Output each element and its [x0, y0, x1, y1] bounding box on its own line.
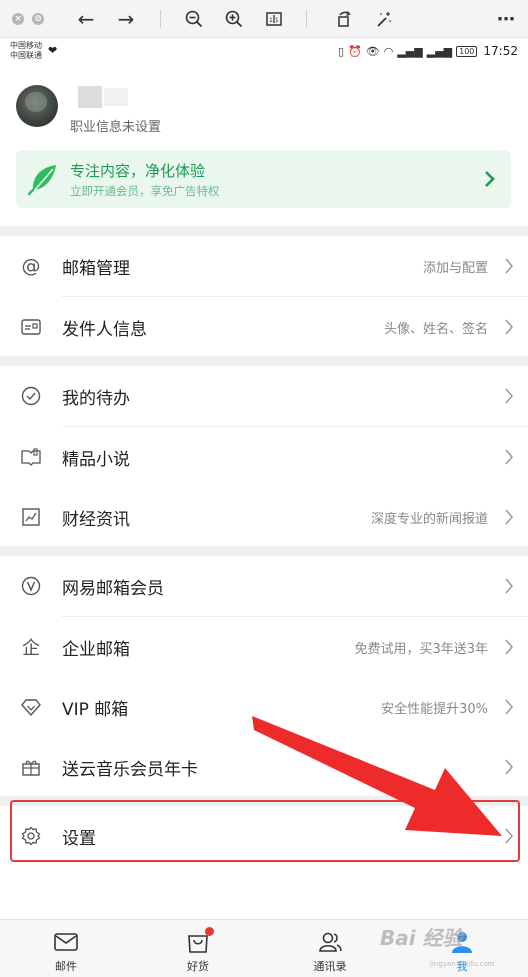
status-time: 17:52: [483, 44, 518, 58]
signal-icon-1: ▂▄▆: [397, 44, 423, 58]
svg-text:1:1: 1:1: [269, 17, 279, 24]
at-icon: @: [21, 255, 41, 277]
chart-icon: [20, 506, 42, 528]
username-redacted-2: [104, 88, 128, 106]
rotate-icon[interactable]: [332, 0, 356, 38]
vip-banner-title: 专注内容，净化体验: [70, 162, 206, 180]
chevron-right-icon: [485, 171, 495, 187]
watermark: Bai 经验: [380, 926, 463, 950]
row-sender-info[interactable]: 发件人信息 头像、姓名、签名: [0, 297, 528, 357]
row-netease-vip[interactable]: 网易邮箱会员: [0, 556, 528, 616]
book-icon: [20, 446, 42, 468]
red-arrow-annotation: [252, 716, 502, 836]
viewer-toolbar: × ⊘ ← → 1:1 ⋯: [0, 0, 528, 38]
row-finance-news[interactable]: 财经资讯 深度专业的新闻报道: [0, 487, 528, 547]
fit-page-icon[interactable]: 1:1: [262, 0, 286, 38]
job-info[interactable]: 职业信息未设置: [70, 116, 161, 135]
nav-label: 好货: [187, 960, 209, 973]
nav-mail[interactable]: 邮件: [21, 920, 111, 977]
shopping-bag-icon: [185, 927, 214, 955]
zoom-in-icon[interactable]: [222, 0, 246, 38]
row-enterprise-mail[interactable]: 企 企业邮箱 免费试用，买3年送3年: [0, 617, 528, 677]
watermark-url: jingyan.baidu.com: [430, 960, 495, 968]
row-label: 送云音乐会员年卡: [62, 759, 198, 780]
row-label: VIP 邮箱: [62, 699, 129, 720]
row-mailbox-management[interactable]: @ 邮箱管理 添加与配置: [0, 236, 528, 296]
forward-arrow-icon[interactable]: →: [114, 0, 138, 38]
row-subtitle: 深度专业的新闻报道: [370, 511, 488, 527]
vip-banner[interactable]: 专注内容，净化体验 立即开通会员，享免广告特权: [16, 150, 511, 208]
id-card-icon: [20, 316, 42, 338]
signal-icon-2: ▂▄▆: [426, 44, 453, 58]
carrier-info: 中国移动 中国联通: [10, 41, 42, 61]
row-label: 网易邮箱会员: [62, 578, 164, 599]
status-bar: 中国移动 中国联通 ❤ ▯ ⏰ 👁 ◠ ▂▄▆ ▂▄▆ 100 17:52: [0, 38, 528, 66]
chevron-right-icon: [505, 509, 513, 525]
contacts-icon: [317, 929, 343, 955]
eye-icon: 👁: [365, 44, 380, 58]
mail-icon: [53, 929, 79, 955]
chevron-right-icon: [505, 578, 513, 594]
stop-icon[interactable]: ⊘: [30, 0, 46, 38]
battery-icon: 100: [456, 45, 478, 57]
group-divider: [0, 226, 528, 236]
gift-icon: [20, 756, 42, 778]
wifi-icon: ◠: [383, 44, 394, 58]
vibrate-icon: ▯: [338, 44, 345, 58]
carrier-2: 中国联通: [10, 51, 42, 60]
carrier-1: 中国移动: [10, 41, 42, 50]
row-label: 企业邮箱: [62, 639, 130, 660]
group-divider: [0, 546, 528, 556]
close-icon[interactable]: ×: [10, 0, 26, 38]
vip-banner-subtitle: 立即开通会员，享免广告特权: [70, 184, 220, 198]
row-novels[interactable]: 精品小说: [0, 427, 528, 487]
notification-dot: [205, 927, 214, 936]
vip-badge-icon: [20, 575, 42, 597]
check-circle-icon: [20, 385, 42, 407]
row-todo[interactable]: 我的待办: [0, 366, 528, 426]
nav-label: 邮件: [55, 960, 77, 973]
chevron-right-icon: [505, 258, 513, 274]
row-label: 邮箱管理: [62, 258, 130, 279]
leaf-icon: [27, 165, 56, 196]
zoom-out-icon[interactable]: [182, 0, 206, 38]
enterprise-icon: 企: [22, 638, 40, 659]
row-label: 财经资讯: [62, 509, 130, 530]
row-subtitle: 头像、姓名、签名: [383, 321, 488, 337]
profile-header[interactable]: 职业信息未设置: [0, 66, 528, 146]
nav-goods[interactable]: 好货: [153, 920, 243, 977]
chevron-right-icon: [505, 319, 513, 335]
chevron-right-icon: [505, 639, 513, 655]
username-redacted: [78, 86, 102, 108]
status-icons: ▯ ⏰ 👁 ◠ ▂▄▆ ▂▄▆ 100 17:52: [338, 44, 518, 58]
row-subtitle: 添加与配置: [422, 260, 488, 276]
chevron-right-icon: [505, 388, 513, 404]
group-divider: [0, 356, 528, 366]
avatar[interactable]: [16, 85, 58, 127]
more-icon[interactable]: ⋯: [494, 0, 518, 38]
chevron-right-icon: [505, 449, 513, 465]
heart-icon: ❤: [48, 44, 58, 57]
row-label: 我的待办: [62, 388, 130, 409]
diamond-icon: [20, 696, 42, 718]
back-arrow-icon[interactable]: ←: [74, 0, 98, 38]
row-label: 发件人信息: [62, 319, 147, 340]
nav-label: 通讯录: [313, 960, 347, 973]
row-subtitle: 免费试用，买3年送3年: [354, 641, 488, 657]
alarm-icon: ⏰: [348, 44, 362, 58]
magic-wand-icon[interactable]: [372, 0, 396, 38]
row-label: 精品小说: [62, 449, 130, 470]
nav-contacts[interactable]: 通讯录: [285, 920, 375, 977]
